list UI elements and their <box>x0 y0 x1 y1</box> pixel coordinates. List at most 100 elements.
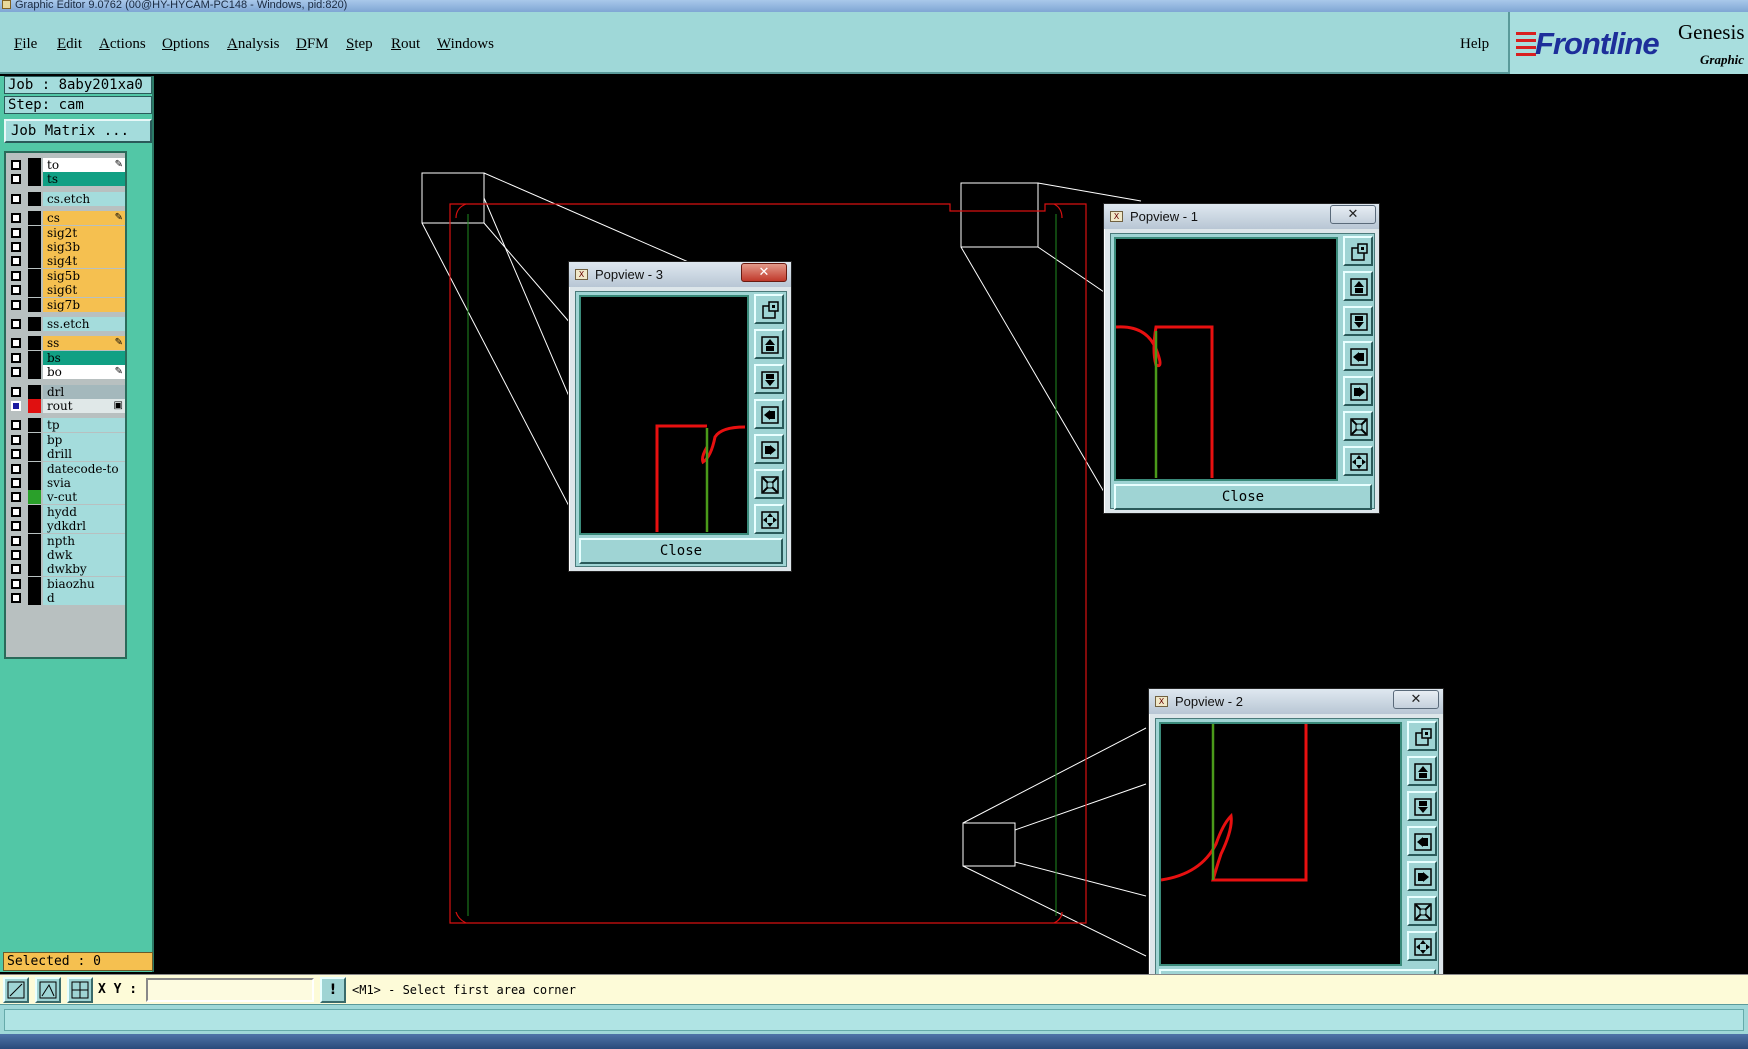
layer-row-drl[interactable]: drl <box>9 384 125 399</box>
layer-checkbox[interactable] <box>11 420 21 431</box>
layer-color-swatch[interactable] <box>28 591 41 606</box>
layer-checkbox[interactable] <box>11 193 21 204</box>
layer-checkbox[interactable] <box>11 521 21 532</box>
pan-all-button[interactable] <box>1343 446 1373 476</box>
layer-color-swatch[interactable] <box>28 240 41 254</box>
layer-row-tp[interactable]: tp <box>9 418 125 433</box>
layer-checkbox[interactable] <box>11 564 21 575</box>
layer-color-swatch[interactable] <box>28 432 41 447</box>
layer-color-swatch[interactable] <box>28 172 41 187</box>
layer-color-swatch[interactable] <box>28 350 41 365</box>
layer-checkbox[interactable] <box>11 227 21 238</box>
layer-color-swatch[interactable] <box>28 490 41 505</box>
layer-color-swatch[interactable] <box>28 504 41 519</box>
graphic-canvas[interactable] <box>156 76 1748 972</box>
layer-row-cs[interactable]: cs ✎ <box>9 211 125 226</box>
layer-color-swatch[interactable] <box>28 384 41 399</box>
layer-row-sig5b[interactable]: sig5b <box>9 268 125 283</box>
layer-row-npth[interactable]: npth <box>9 533 125 548</box>
layer-color-swatch[interactable] <box>28 548 41 562</box>
layer-color-swatch[interactable] <box>28 562 41 577</box>
layer-row-cs.etch[interactable]: cs.etch <box>9 191 125 206</box>
layer-color-swatch[interactable] <box>28 476 41 490</box>
zoom-out-button[interactable] <box>1343 306 1373 336</box>
popview-2-view[interactable] <box>1159 722 1402 966</box>
measure-tool-button[interactable] <box>35 977 61 1003</box>
zoom-in-button[interactable] <box>754 329 784 359</box>
layer-row-rout[interactable]: rout ▣ <box>9 399 125 413</box>
layer-row-ss.etch[interactable]: ss.etch <box>9 317 125 331</box>
menu-windows[interactable]: Windows <box>437 36 494 53</box>
zoom-in-button[interactable] <box>1407 756 1437 786</box>
popview-close-button[interactable]: Close <box>579 538 783 564</box>
layer-row-sig4t[interactable]: sig4t <box>9 254 125 269</box>
layer-row-bo[interactable]: bo ✎ <box>9 365 125 380</box>
layer-color-swatch[interactable] <box>28 225 41 240</box>
layer-checkbox[interactable] <box>11 550 21 560</box>
menu-rout[interactable]: Rout <box>391 36 420 53</box>
popview-1-window[interactable]: X Popview - 1 ✕ Close <box>1103 203 1380 514</box>
layer-row-drill[interactable]: drill <box>9 447 125 462</box>
layer-row-ts[interactable]: ts <box>9 172 125 187</box>
layer-checkbox[interactable] <box>11 338 21 349</box>
layer-checkbox[interactable] <box>11 401 21 411</box>
layer-color-swatch[interactable] <box>28 191 41 206</box>
layer-row-to[interactable]: to ✎ <box>9 158 125 172</box>
grid-tool-button[interactable] <box>67 977 93 1003</box>
zoom-area-button[interactable] <box>1407 721 1437 751</box>
zoom-area-button[interactable] <box>754 294 784 324</box>
layer-checkbox[interactable] <box>11 478 21 488</box>
layer-checkbox[interactable] <box>11 213 21 224</box>
layer-row-datecode-to[interactable]: datecode-to <box>9 461 125 476</box>
zoom-area-button[interactable] <box>1343 236 1373 266</box>
popview-close-x-button[interactable]: ✕ <box>1393 690 1439 709</box>
pan-left-button[interactable] <box>1343 341 1373 371</box>
layer-checkbox[interactable] <box>11 352 21 363</box>
pan-right-button[interactable] <box>1343 376 1373 406</box>
layer-checkbox[interactable] <box>11 463 21 474</box>
layer-checkbox[interactable] <box>11 160 21 170</box>
layer-checkbox[interactable] <box>11 256 21 267</box>
menu-options[interactable]: Options <box>162 36 210 53</box>
layer-color-swatch[interactable] <box>28 365 41 380</box>
layer-color-swatch[interactable] <box>28 418 41 433</box>
zoom-out-button[interactable] <box>754 364 784 394</box>
menu-dfm[interactable]: DFM <box>296 36 329 53</box>
layer-color-swatch[interactable] <box>28 576 41 591</box>
layer-color-swatch[interactable] <box>28 533 41 548</box>
pan-all-button[interactable] <box>754 504 784 534</box>
layer-color-swatch[interactable] <box>28 283 41 298</box>
layer-color-swatch[interactable] <box>28 336 41 351</box>
layer-checkbox[interactable] <box>11 285 21 296</box>
layer-row-hydd[interactable]: hydd <box>9 504 125 519</box>
layer-checkbox[interactable] <box>11 492 21 503</box>
layer-checkbox[interactable] <box>11 367 21 378</box>
layer-color-swatch[interactable] <box>28 519 41 534</box>
layer-row-bs[interactable]: bs <box>9 350 125 365</box>
menu-file[interactable]: File <box>14 36 37 53</box>
pan-left-button[interactable] <box>1407 826 1437 856</box>
menu-actions[interactable]: Actions <box>99 36 146 53</box>
menu-analysis[interactable]: Analysis <box>227 36 280 53</box>
layer-row-v-cut[interactable]: v-cut <box>9 490 125 505</box>
layer-color-swatch[interactable] <box>28 447 41 462</box>
layer-color-swatch[interactable] <box>28 461 41 476</box>
zoom-in-button[interactable] <box>1343 271 1373 301</box>
menu-step[interactable]: Step <box>346 36 373 53</box>
zoom-fit-button[interactable] <box>1407 896 1437 926</box>
layer-color-swatch[interactable] <box>28 399 41 413</box>
popview-1-view[interactable] <box>1114 237 1338 481</box>
layer-row-sig7b[interactable]: sig7b <box>9 297 125 312</box>
zoom-fit-button[interactable] <box>754 469 784 499</box>
popview-close-x-button[interactable]: ✕ <box>1330 205 1376 224</box>
pan-left-button[interactable] <box>754 399 784 429</box>
layer-row-sig3b[interactable]: sig3b <box>9 240 125 254</box>
layer-color-swatch[interactable] <box>28 317 41 331</box>
layer-row-ss[interactable]: ss ✎ <box>9 336 125 351</box>
menu-edit[interactable]: Edit <box>57 36 82 53</box>
layer-row-dwk[interactable]: dwk <box>9 548 125 562</box>
pan-right-button[interactable] <box>754 434 784 464</box>
layer-row-dwkby[interactable]: dwkby <box>9 562 125 577</box>
pan-right-button[interactable] <box>1407 861 1437 891</box>
popview-2-window[interactable]: X Popview - 2 ✕ Close <box>1148 688 1444 1000</box>
